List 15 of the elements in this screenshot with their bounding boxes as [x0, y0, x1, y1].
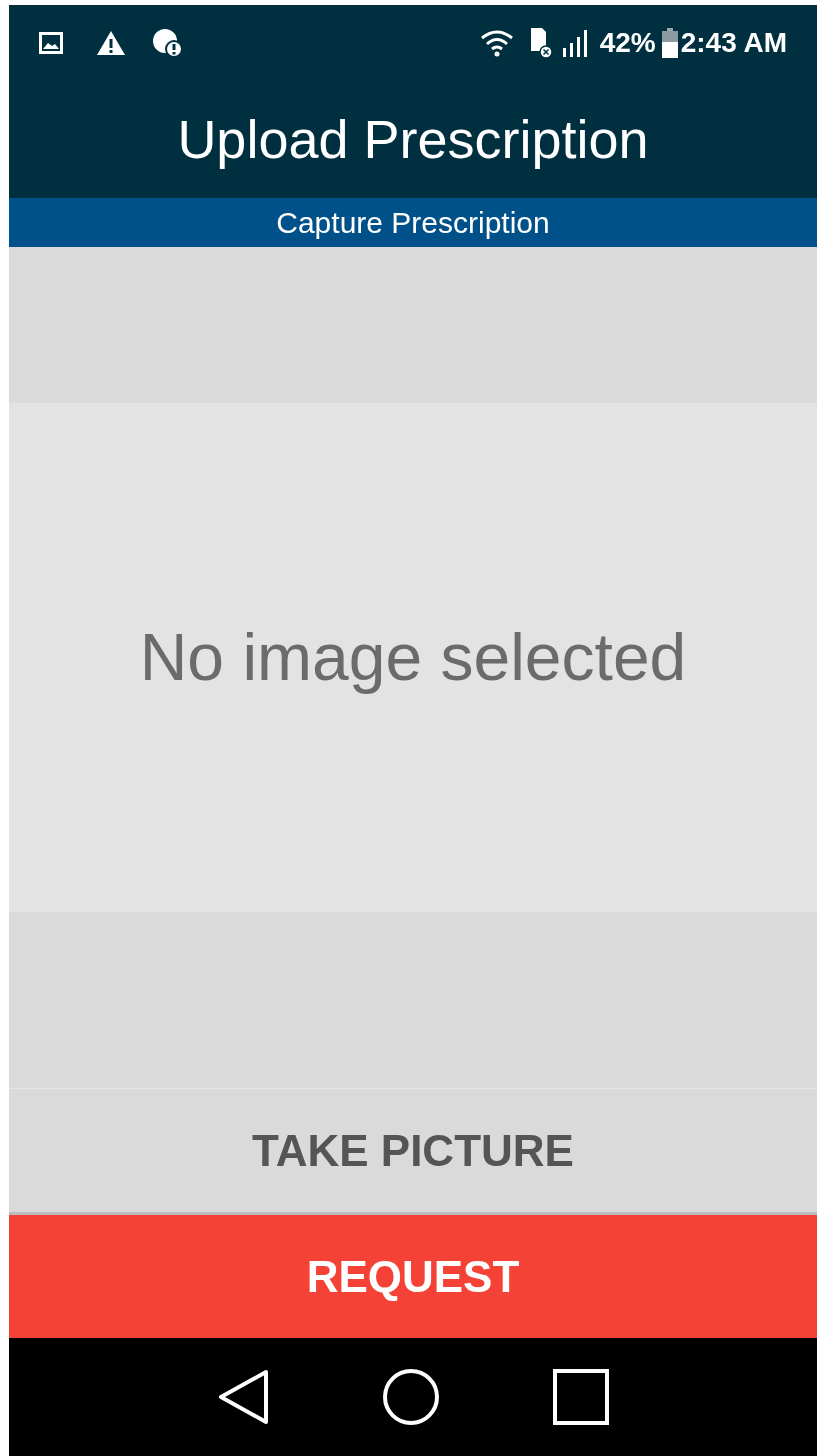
clock-time: 2:43 AM	[680, 25, 787, 60]
empty-message: No image selected	[139, 619, 687, 696]
take-picture-button[interactable]: TAKE PICTURE	[9, 1088, 817, 1215]
wifi-icon	[479, 28, 514, 57]
back-icon[interactable]	[217, 1369, 269, 1425]
warning-icon	[96, 29, 126, 56]
recent-apps-icon[interactable]	[553, 1369, 609, 1425]
battery-icon	[661, 27, 678, 58]
request-button[interactable]: REQUEST	[9, 1215, 817, 1338]
page-title: Upload Prescription	[177, 107, 649, 171]
alert-badge-icon	[152, 27, 184, 58]
subheader-title: Capture Prescription	[276, 205, 550, 241]
image-icon	[39, 31, 63, 54]
home-icon[interactable]	[382, 1368, 440, 1426]
battery-percentage: 42%	[599, 25, 656, 60]
